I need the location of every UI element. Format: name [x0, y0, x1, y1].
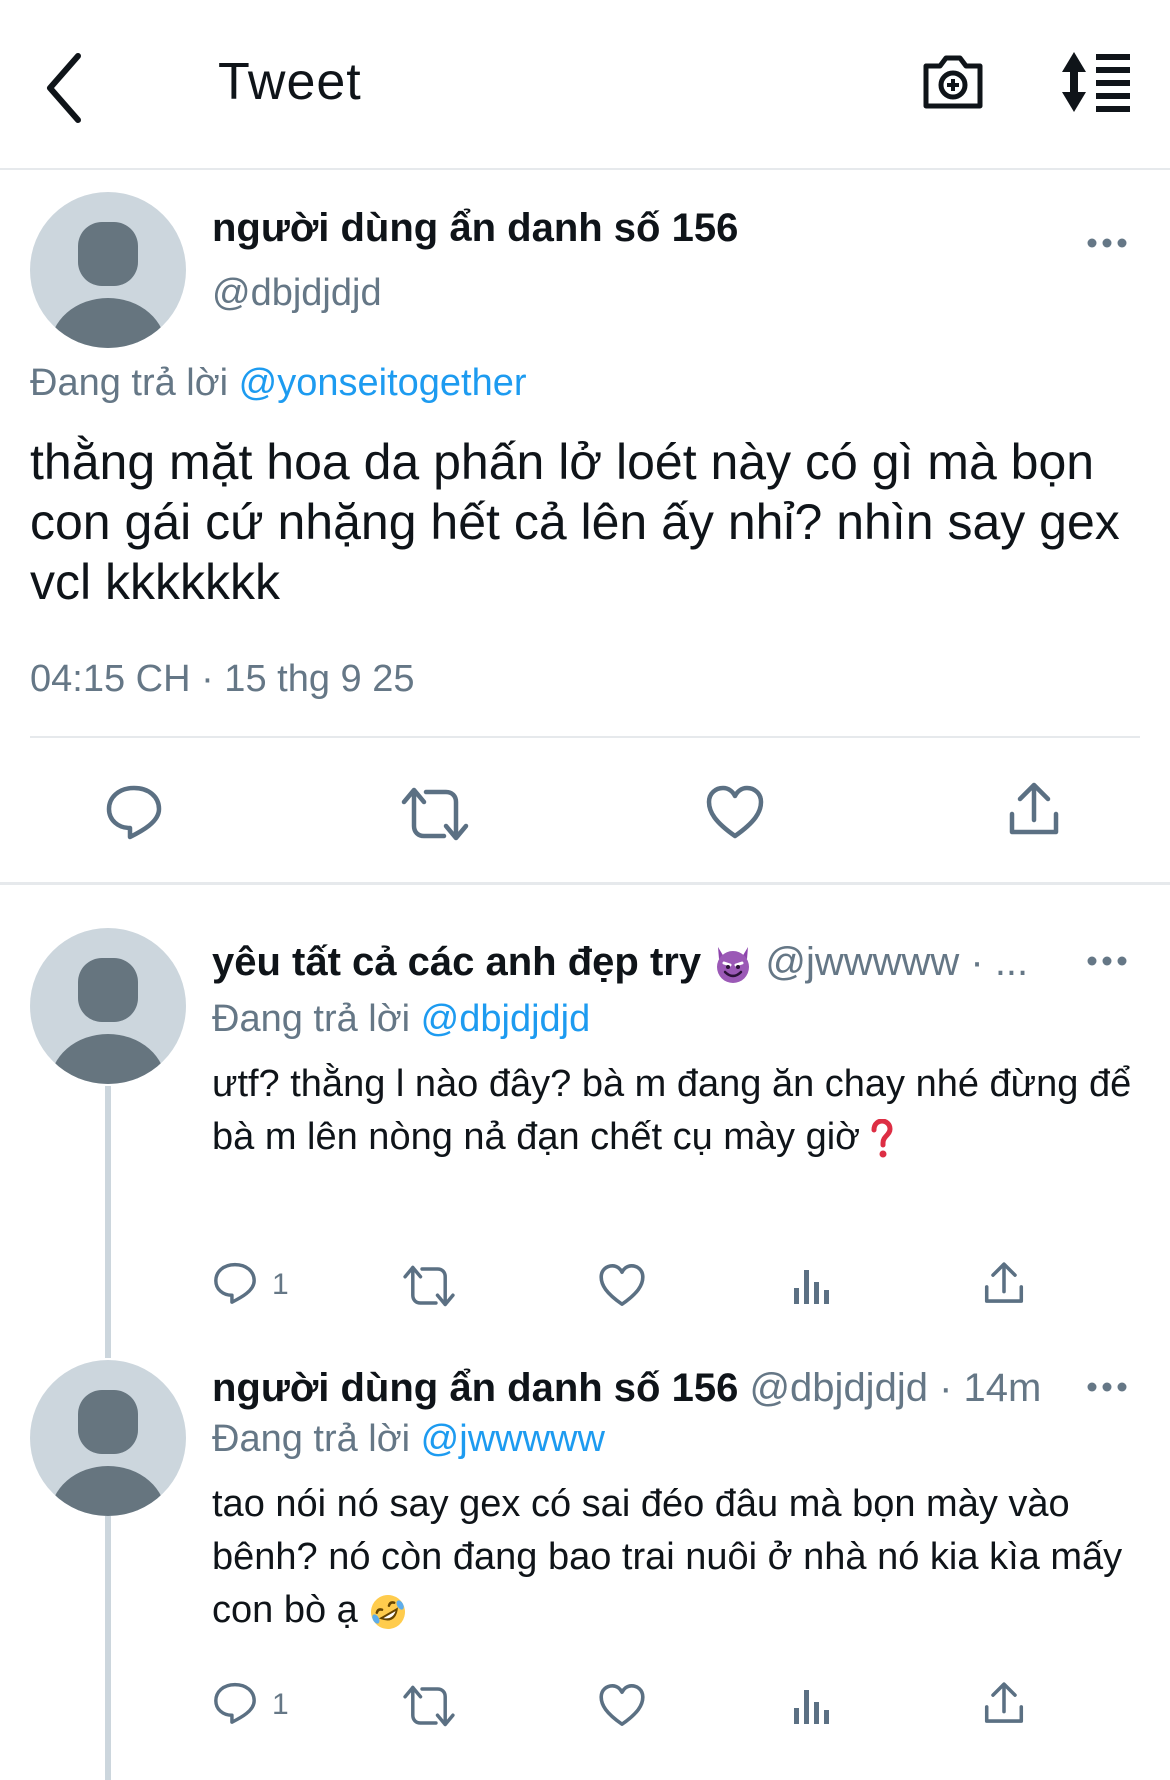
share-button[interactable]: [1006, 780, 1062, 843]
bar-chart-icon: [794, 1690, 829, 1724]
reply-header: yêu tất cả các anh đẹp try @jwwwww · ...: [212, 940, 1028, 985]
author-name[interactable]: yêu tất cả các anh đẹp try: [212, 940, 701, 984]
tweet-text: thằng mặt hoa da phấn lở loét này có gì …: [30, 434, 1120, 610]
heart-icon: [706, 785, 764, 839]
bar-chart-icon: [794, 1270, 829, 1304]
default-avatar-icon: [50, 1390, 166, 1516]
thread-line: [105, 1516, 111, 1780]
more-dots-icon: [1087, 956, 1127, 966]
thread-line: [105, 1086, 111, 1358]
camera-icon: [923, 55, 983, 109]
reply-button[interactable]: [104, 782, 164, 847]
replying-to: Đang trả lời @yonseitogether: [30, 362, 527, 405]
analytics-button[interactable]: [792, 1264, 834, 1311]
replying-to: Đang trả lời @dbjdjdjd: [212, 998, 590, 1041]
reply-count: 1: [272, 1268, 289, 1301]
top-bar: Tweet: [0, 0, 1170, 170]
replying-prefix: Đang trả lời: [212, 1418, 411, 1460]
more-dots-icon: [1087, 1382, 1127, 1392]
more-options-button[interactable]: [1082, 228, 1132, 258]
retweet-button[interactable]: [402, 1264, 456, 1313]
tweet-timestamp[interactable]: 04:15 CH · 15 thg 9 25: [30, 658, 414, 701]
author-handle[interactable]: @dbjdjdjd · 14m: [749, 1366, 1041, 1410]
heart-icon: [599, 1264, 645, 1306]
avatar[interactable]: [30, 928, 186, 1084]
more-dots-icon: [1087, 238, 1127, 248]
replying-to-link[interactable]: @dbjdjdjd: [421, 998, 591, 1040]
author-handle[interactable]: @dbjdjdjd: [212, 272, 382, 315]
replying-to-link[interactable]: @yonseitogether: [239, 362, 527, 404]
page-title: Tweet: [218, 53, 362, 111]
camera-button[interactable]: [920, 48, 986, 114]
sort-icon: [1062, 52, 1130, 112]
reply-icon: [214, 1682, 256, 1724]
retweet-icon: [403, 1685, 455, 1727]
heart-icon: [599, 1684, 645, 1726]
reply-text: tao nói nó say gex có sai đéo đâu mà bọn…: [212, 1478, 1142, 1637]
default-avatar-icon: [50, 222, 166, 348]
reply-icon: [106, 785, 162, 840]
replying-prefix: Đang trả lời: [30, 362, 229, 404]
reply-icon: [214, 1262, 256, 1304]
avatar[interactable]: [30, 1360, 186, 1516]
divider: [30, 736, 1140, 738]
more-options-button[interactable]: [1082, 946, 1132, 976]
question-mark-emoji-icon: [871, 1118, 893, 1158]
reply-count: 1: [272, 1688, 289, 1721]
sort-button[interactable]: [1058, 50, 1136, 114]
author-handle[interactable]: @jwwwww · ...: [765, 940, 1028, 984]
author-name[interactable]: người dùng ẩn danh số 156: [212, 206, 738, 251]
replying-to: Đang trả lời @jwwwww: [212, 1418, 605, 1461]
rolling-on-floor-laughing-emoji-icon: [371, 1594, 406, 1629]
smiling-devil-emoji-icon: [717, 947, 750, 984]
retweet-icon: [403, 1265, 455, 1307]
reply-header: người dùng ẩn danh số 156 @dbjdjdjd · 14…: [212, 1366, 1041, 1411]
replying-prefix: Đang trả lời: [212, 998, 411, 1040]
avatar[interactable]: [30, 192, 186, 348]
retweet-button[interactable]: [400, 786, 470, 847]
analytics-button[interactable]: [792, 1684, 834, 1731]
chevron-left-icon: [47, 53, 81, 123]
share-button[interactable]: [982, 1680, 1026, 1731]
author-name[interactable]: người dùng ẩn danh số 156: [212, 1366, 738, 1410]
more-options-button[interactable]: [1082, 1372, 1132, 1402]
share-icon: [1009, 782, 1059, 835]
section-divider: [0, 882, 1170, 885]
retweet-icon: [401, 787, 469, 841]
reply-text-content: tao nói nó say gex có sai đéo đâu mà bọn…: [212, 1483, 1123, 1631]
default-avatar-icon: [50, 958, 166, 1084]
retweet-button[interactable]: [402, 1684, 456, 1733]
replying-to-link[interactable]: @jwwwww: [421, 1418, 605, 1460]
share-icon: [984, 1262, 1024, 1303]
like-button[interactable]: [598, 1262, 646, 1313]
share-icon: [984, 1682, 1024, 1723]
reply-button[interactable]: [212, 1680, 258, 1731]
like-button[interactable]: [598, 1682, 646, 1733]
reply-text-content: ưtf? thằng l nào đây? bà m đang ăn chay …: [212, 1063, 1132, 1158]
like-button[interactable]: [705, 784, 765, 845]
reply-text: ưtf? thằng l nào đây? bà m đang ăn chay …: [212, 1058, 1142, 1164]
back-button[interactable]: [40, 48, 90, 128]
reply-button[interactable]: [212, 1260, 258, 1311]
share-button[interactable]: [982, 1260, 1026, 1311]
